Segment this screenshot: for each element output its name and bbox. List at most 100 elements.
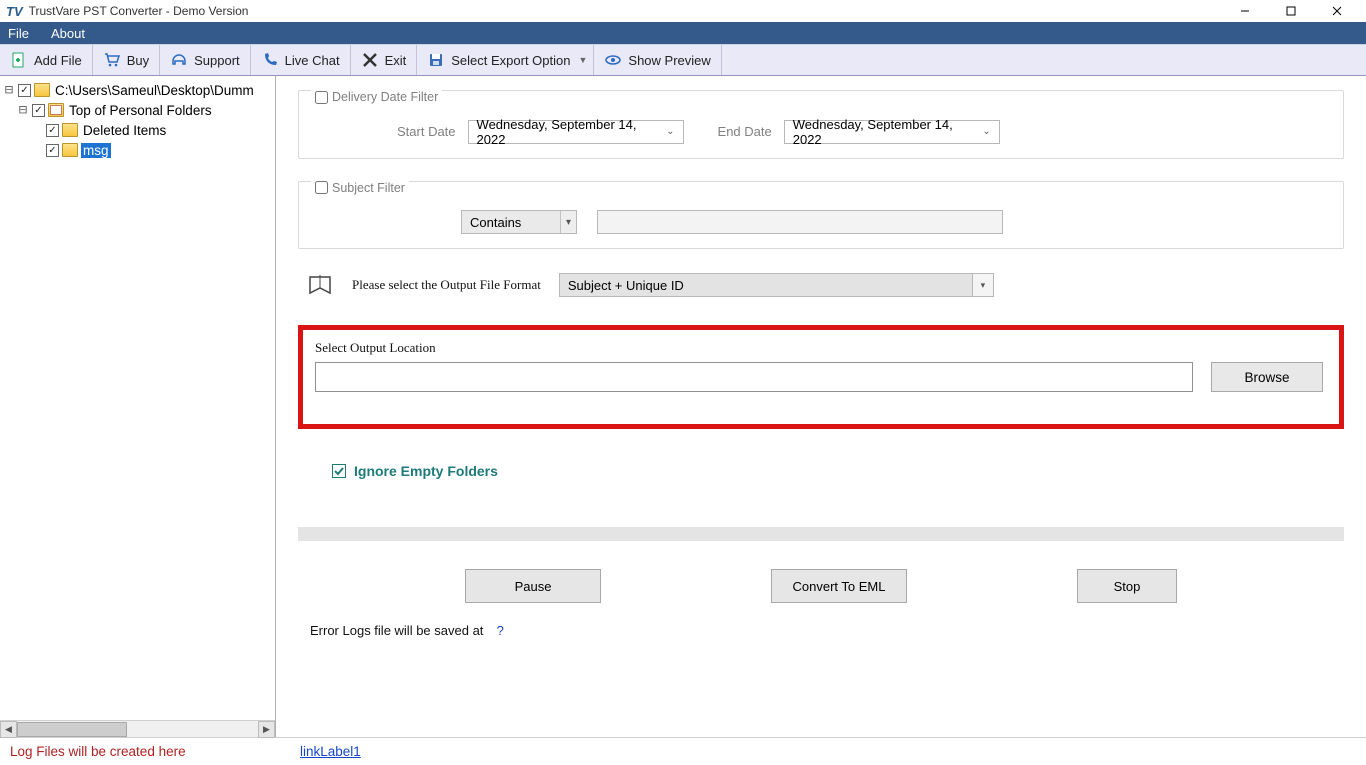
ignore-empty-checkbox[interactable] <box>332 464 346 478</box>
status-log-text: Log Files will be created here <box>10 744 270 759</box>
folder-icon <box>62 123 78 137</box>
ignore-empty-row: Ignore Empty Folders <box>332 463 1344 479</box>
delivery-date-legend: Delivery Date Filter <box>332 90 438 104</box>
tree-root-label: C:\Users\Sameul\Desktop\Dumm <box>53 83 256 98</box>
calendar-folder-icon <box>48 103 64 117</box>
support-button[interactable]: Support <box>160 45 251 75</box>
maximize-button[interactable] <box>1268 0 1314 22</box>
live-chat-label: Live Chat <box>285 53 340 68</box>
subject-filter-legend: Subject Filter <box>332 181 405 195</box>
tree-checkbox[interactable]: ✓ <box>46 124 59 137</box>
buy-label: Buy <box>127 53 149 68</box>
browse-button[interactable]: Browse <box>1211 362 1323 392</box>
support-label: Support <box>194 53 240 68</box>
output-format-select[interactable]: Subject + Unique ID <box>559 273 973 297</box>
tree-top-folders[interactable]: ⊟ ✓ Top of Personal Folders <box>2 100 273 120</box>
menu-about[interactable]: About <box>51 26 85 41</box>
tree-deleted-label: Deleted Items <box>81 123 168 138</box>
tree-checkbox[interactable]: ✓ <box>32 104 45 117</box>
end-date-label: End Date <box>718 124 772 139</box>
titlebar: TV TrustVare PST Converter - Demo Versio… <box>0 0 1366 22</box>
end-date-value: Wednesday, September 14, 2022 <box>793 117 983 147</box>
content-panel: Delivery Date Filter Start Date Wednesda… <box>276 76 1366 737</box>
tree-msg[interactable]: ✓ msg <box>2 140 273 160</box>
error-logs-link[interactable]: ? <box>497 623 504 638</box>
error-logs-line: Error Logs file will be saved at ? <box>310 623 1344 639</box>
subject-mode-value: Contains <box>470 215 521 230</box>
error-logs-label: Error Logs file will be saved at <box>310 623 483 638</box>
output-format-label: Please select the Output File Format <box>352 277 541 293</box>
exit-button[interactable]: Exit <box>351 45 418 75</box>
menu-file[interactable]: File <box>8 26 29 41</box>
format-icon <box>306 271 334 299</box>
export-caret-icon: ▼ <box>578 55 587 65</box>
sidebar-hscrollbar[interactable]: ◀ ▶ <box>0 720 275 737</box>
save-icon <box>427 51 445 69</box>
eye-icon <box>604 51 622 69</box>
close-button[interactable] <box>1314 0 1360 22</box>
tree-root[interactable]: ⊟ ✓ C:\Users\Sameul\Desktop\Dumm <box>2 80 273 100</box>
scroll-right-button[interactable]: ▶ <box>258 721 275 738</box>
output-format-value: Subject + Unique ID <box>568 278 684 293</box>
folder-tree-panel: ⊟ ✓ C:\Users\Sameul\Desktop\Dumm ⊟ ✓ Top… <box>0 76 276 737</box>
ignore-empty-label: Ignore Empty Folders <box>354 463 498 479</box>
tree-deleted-items[interactable]: ✓ Deleted Items <box>2 120 273 140</box>
pause-button[interactable]: Pause <box>465 569 601 603</box>
app-title: TrustVare PST Converter - Demo Version <box>29 4 249 18</box>
exit-icon <box>361 51 379 69</box>
live-chat-button[interactable]: Live Chat <box>251 45 351 75</box>
subject-filter-checkbox[interactable] <box>315 181 328 194</box>
stop-button[interactable]: Stop <box>1077 569 1177 603</box>
progress-bar <box>298 527 1344 541</box>
minimize-button[interactable] <box>1222 0 1268 22</box>
show-preview-button[interactable]: Show Preview <box>594 45 721 75</box>
tree-msg-label: msg <box>81 143 111 158</box>
dropdown-caret-icon[interactable]: ▾ <box>560 211 576 233</box>
convert-label: Convert To EML <box>793 579 886 594</box>
start-date-picker[interactable]: Wednesday, September 14, 2022 ⌄ <box>468 120 684 144</box>
expand-toggle[interactable]: ⊟ <box>16 102 30 118</box>
delivery-date-panel: Delivery Date Filter Start Date Wednesda… <box>298 90 1344 159</box>
folder-icon <box>62 143 78 157</box>
headset-icon <box>170 51 188 69</box>
scroll-track[interactable] <box>17 721 258 738</box>
stop-label: Stop <box>1114 579 1141 594</box>
tree-top-label: Top of Personal Folders <box>67 103 214 118</box>
select-export-label: Select Export Option <box>451 53 570 68</box>
delivery-date-checkbox[interactable] <box>315 91 328 104</box>
phone-icon <box>261 51 279 69</box>
output-format-row: Please select the Output File Format Sub… <box>306 271 1344 299</box>
action-buttons: Pause Convert To EML Stop <box>298 569 1344 603</box>
cart-icon <box>103 51 121 69</box>
add-file-icon <box>10 51 28 69</box>
subject-text-input[interactable] <box>597 210 1003 234</box>
end-date-picker[interactable]: Wednesday, September 14, 2022 ⌄ <box>784 120 1000 144</box>
dropdown-caret-icon[interactable]: ⌄ <box>982 126 990 137</box>
pause-label: Pause <box>515 579 552 594</box>
add-file-button[interactable]: Add File <box>0 45 93 75</box>
buy-button[interactable]: Buy <box>93 45 160 75</box>
output-format-dropdown-button[interactable]: ▾ <box>972 273 994 297</box>
start-date-value: Wednesday, September 14, 2022 <box>477 117 667 147</box>
select-export-button[interactable]: Select Export Option ▼ <box>417 45 594 75</box>
menubar: File About <box>0 22 1366 44</box>
show-preview-label: Show Preview <box>628 53 710 68</box>
output-location-input[interactable] <box>315 362 1193 392</box>
browse-label: Browse <box>1244 370 1289 385</box>
dropdown-caret-icon: ▾ <box>981 280 986 291</box>
tree-checkbox[interactable]: ✓ <box>18 84 31 97</box>
output-location-label: Select Output Location <box>315 340 1323 356</box>
status-link[interactable]: linkLabel1 <box>300 744 361 759</box>
scroll-thumb[interactable] <box>17 722 127 737</box>
dropdown-caret-icon[interactable]: ⌄ <box>666 126 674 137</box>
start-date-label: Start Date <box>397 124 456 139</box>
convert-button[interactable]: Convert To EML <box>771 569 907 603</box>
exit-label: Exit <box>385 53 407 68</box>
toolbar: Add File Buy Support Live Chat Exit Sele… <box>0 44 1366 76</box>
expand-toggle[interactable]: ⊟ <box>2 82 16 98</box>
subject-mode-select[interactable]: Contains ▾ <box>461 210 577 234</box>
add-file-label: Add File <box>34 53 82 68</box>
scroll-left-button[interactable]: ◀ <box>0 721 17 738</box>
tree-checkbox[interactable]: ✓ <box>46 144 59 157</box>
subject-filter-panel: Subject Filter Contains ▾ <box>298 181 1344 250</box>
